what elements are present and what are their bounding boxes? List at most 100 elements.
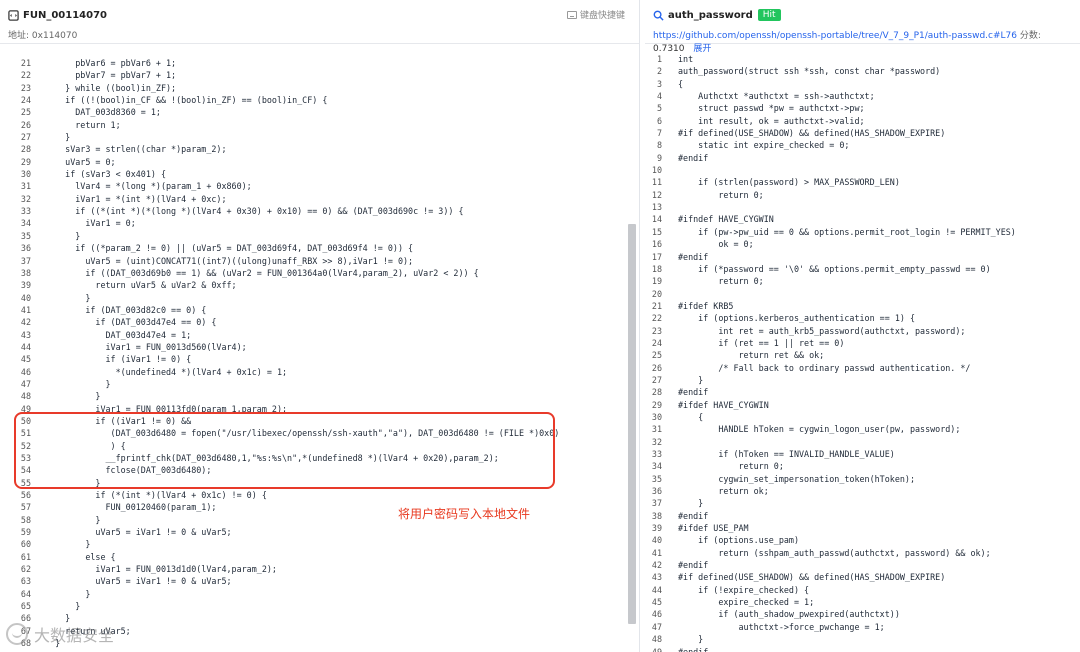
line-number: 60 <box>20 539 31 550</box>
line-code: } <box>678 374 704 385</box>
line-code: if (strlen(password) > MAX_PASSWORD_LEN) <box>678 177 900 188</box>
line-number: 22 <box>20 70 31 81</box>
line-code: return 0; <box>678 189 764 200</box>
code-line: 18 if (*password == '\0' && options.perm… <box>645 263 1080 275</box>
line-code: #if defined(USE_SHADOW) && defined(HAS_S… <box>678 128 946 139</box>
line-number: 32 <box>20 193 31 204</box>
code-line: 37 } <box>645 497 1080 509</box>
line-code: if (options.kerberos_authentication == 1… <box>678 313 915 324</box>
line-code: if ((!(bool)in_CF && !(bool)in_ZF) == (b… <box>45 95 328 106</box>
line-code: return ok; <box>678 486 769 497</box>
line-code: if ((DAT_003d69b0 == 1) && (uVar2 = FUN_… <box>45 267 479 278</box>
line-code: static int expire_checked = 0; <box>678 140 850 151</box>
line-code: { <box>678 78 684 89</box>
code-line: 23 } while ((bool)in_ZF); <box>0 82 639 94</box>
watermark-text: 大数据安全 <box>34 626 115 645</box>
code-line: 2 auth_password(struct ssh *ssh, const ch… <box>645 65 1080 77</box>
code-line: 35 cygwin_set_impersonation_token(hToken… <box>645 473 1080 485</box>
line-number: 3 <box>656 78 662 89</box>
line-number: 21 <box>651 300 662 311</box>
code-line: 5 struct passwd *pw = authctxt->pw; <box>645 102 1080 114</box>
keyboard-icon <box>566 10 577 19</box>
line-number: 34 <box>651 461 662 472</box>
code-line: 61 else { <box>0 551 639 563</box>
line-number: 47 <box>20 378 31 389</box>
line-code: #endif <box>678 560 709 571</box>
code-line: 4 Authctxt *authctxt = ssh->authctxt; <box>645 90 1080 102</box>
line-number: 23 <box>20 82 31 93</box>
annotation-text: 将用户密码写入本地文件 <box>398 507 531 521</box>
line-number: 6 <box>656 115 662 126</box>
line-number: 43 <box>651 572 662 583</box>
line-code: auth_password(struct ssh *ssh, const cha… <box>678 66 941 77</box>
line-number: 27 <box>20 132 31 143</box>
line-code: } <box>45 378 111 389</box>
code-line: 64 } <box>0 588 639 600</box>
line-number: 14 <box>651 214 662 225</box>
line-number: 40 <box>651 535 662 546</box>
code-line: 59 uVar5 = iVar1 != 0 & uVar5; <box>0 526 639 538</box>
code-line: 49 #endif <box>645 646 1080 652</box>
line-number: 26 <box>651 362 662 373</box>
line-number: 20 <box>651 288 662 299</box>
code-line: 48 } <box>0 390 639 402</box>
line-code: iVar1 = FUN_0013d1d0(lVar4,param_2); <box>45 564 277 575</box>
code-line: 26 return 1; <box>0 119 639 131</box>
address-row: 地址: 0x114070 <box>8 28 631 41</box>
line-number: 31 <box>20 181 31 192</box>
line-number: 4 <box>656 91 662 102</box>
code-line: 1 int <box>645 53 1080 65</box>
code-line: 17 #endif <box>645 251 1080 263</box>
code-line: 30 { <box>645 411 1080 423</box>
keyboard-shortcuts-button[interactable]: 键盘快捷键 <box>566 8 625 21</box>
line-code: #ifdef HAVE_CYGWIN <box>678 399 769 410</box>
code-line: 31 HANDLE hToken = cygwin_logon_user(pw,… <box>645 423 1080 435</box>
code-line: 29 uVar5 = 0; <box>0 156 639 168</box>
line-number: 28 <box>651 387 662 398</box>
code-line: 20 <box>645 288 1080 300</box>
line-code: #if defined(USE_SHADOW) && defined(HAS_S… <box>678 572 946 583</box>
line-code: if (ret == 1 || ret == 0) <box>678 337 845 348</box>
line-number: 25 <box>651 350 662 361</box>
source-code: 1 int 2 auth_password(struct ssh *ssh, cons… <box>645 53 1080 652</box>
code-line: 40 } <box>0 292 639 304</box>
code-line: 60 } <box>0 538 639 550</box>
line-number: 45 <box>651 597 662 608</box>
line-number: 38 <box>651 510 662 521</box>
code-line: 56 if (*(int *)(lVar4 + 0x1c) != 0) { <box>0 489 639 501</box>
line-number: 49 <box>651 646 662 652</box>
code-line: 26 /* Fall back to ordinary passwd authe… <box>645 362 1080 374</box>
line-code: if (iVar1 != 0) { <box>45 354 192 365</box>
line-code: pbVar6 = pbVar6 + 1; <box>45 58 177 68</box>
line-number: 58 <box>20 514 31 525</box>
line-number: 44 <box>20 341 31 352</box>
line-code: if ((*param_2 != 0) || (uVar5 = DAT_003d… <box>45 243 414 254</box>
line-code: #endif <box>678 646 709 652</box>
hit-badge: Hit <box>757 9 781 21</box>
code-line: 15 if (pw->pw_uid == 0 && options.permit… <box>645 226 1080 238</box>
code-line: 39 #ifdef USE_PAM <box>645 522 1080 534</box>
line-code: authctxt->force_pwchange = 1; <box>678 621 885 632</box>
line-code: if (!expire_checked) { <box>678 584 810 595</box>
code-line: 44 iVar1 = FUN_0013d560(lVar4); <box>0 341 639 353</box>
line-code: } <box>45 588 91 599</box>
line-number: 56 <box>20 490 31 501</box>
line-number: 39 <box>651 523 662 534</box>
source-url-link[interactable]: https://github.com/openssh/openssh-porta… <box>653 31 1017 41</box>
code-line: 9 #endif <box>645 152 1080 164</box>
code-line: 46 if (auth_shadow_pwexpired(authctxt)) <box>645 608 1080 620</box>
code-line: 23 int ret = auth_krb5_password(authctxt… <box>645 325 1080 337</box>
code-line: 7 #if defined(USE_SHADOW) && defined(HAS_… <box>645 127 1080 139</box>
line-number: 57 <box>20 502 31 513</box>
line-number: 41 <box>20 304 31 315</box>
line-code: DAT_003d8360 = 1; <box>45 107 161 118</box>
code-line: 62 iVar1 = FUN_0013d1d0(lVar4,param_2); <box>0 563 639 575</box>
code-line: 3{ <box>645 78 1080 90</box>
score-label: 分数: <box>1019 31 1041 41</box>
code-line: 34 return 0; <box>645 460 1080 472</box>
line-code: iVar1 = 0; <box>45 218 136 229</box>
decompiled-scrollbar[interactable] <box>627 44 637 652</box>
scrollbar-thumb[interactable] <box>628 224 636 624</box>
line-code: if (*(int *)(lVar4 + 0x1c) != 0) { <box>45 490 267 501</box>
code-line: 33 if (hToken == INVALID_HANDLE_VALUE) <box>645 448 1080 460</box>
